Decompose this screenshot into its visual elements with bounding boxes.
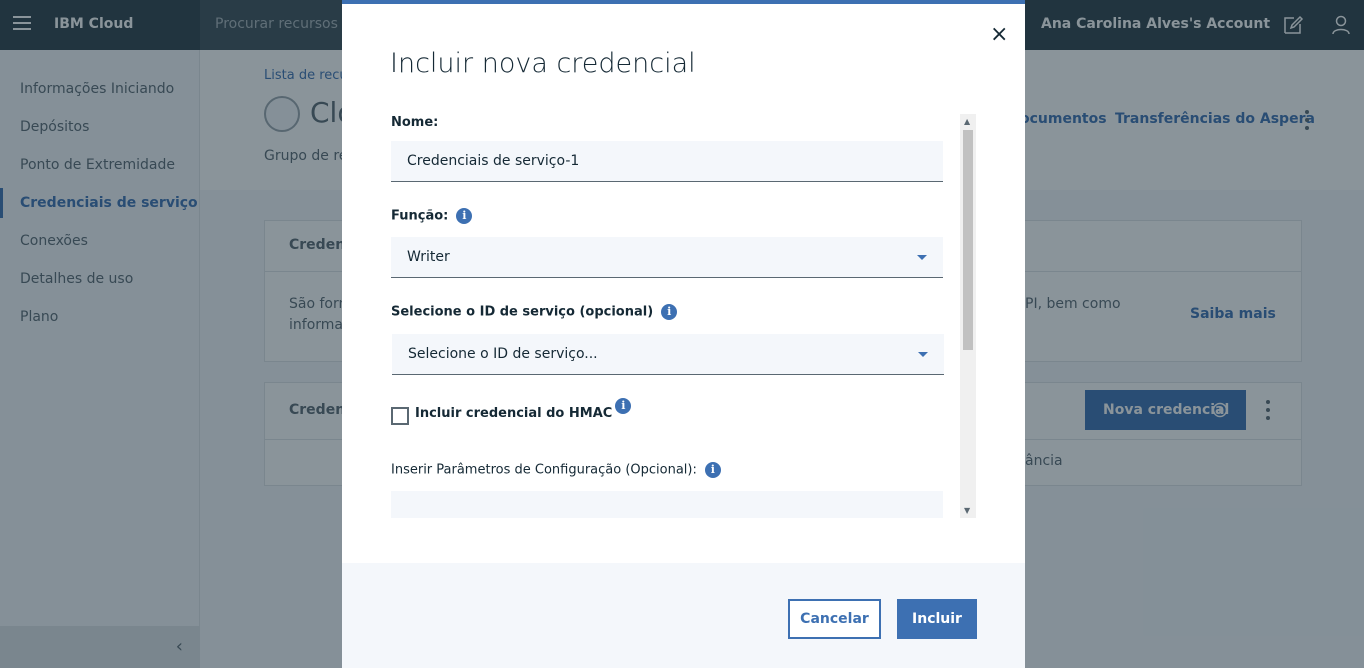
params-label: Inserir Parâmetros de Configuração (Opci…: [391, 462, 697, 478]
scrollbar[interactable]: ▲ ▼: [960, 114, 976, 518]
info-icon[interactable]: i: [456, 208, 473, 224]
modal-footer: Cancelar Incluir: [342, 563, 1025, 668]
role-label-row: Função: i: [391, 208, 473, 224]
params-label-row: Inserir Parâmetros de Configuração (Opci…: [391, 462, 721, 478]
add-credential-modal: Incluir nova credencial × Nome: Credenci…: [342, 0, 1025, 668]
submit-button[interactable]: Incluir: [897, 599, 977, 639]
hmac-checkbox[interactable]: [391, 407, 409, 425]
info-icon[interactable]: i: [704, 462, 721, 478]
scroll-up-icon[interactable]: ▲: [964, 117, 970, 126]
service-id-label-row: Selecione o ID de serviço (opcional) i: [391, 304, 678, 320]
modal-title: Incluir nova credencial: [390, 48, 696, 79]
role-select[interactable]: Writer: [391, 237, 943, 278]
service-id-value: Selecione o ID de serviço...: [408, 346, 598, 362]
params-textarea[interactable]: [391, 491, 943, 518]
hmac-label[interactable]: Incluir credencial do HMAC: [415, 406, 612, 421]
role-value: Writer: [407, 249, 450, 265]
service-id-label: Selecione o ID de serviço (opcional): [391, 304, 654, 320]
close-icon[interactable]: ×: [990, 22, 1008, 47]
caret-down-icon: [917, 255, 927, 260]
caret-down-icon: [918, 352, 928, 357]
info-icon[interactable]: i: [661, 304, 678, 320]
role-label: Função:: [391, 208, 449, 224]
scroll-down-icon[interactable]: ▼: [964, 506, 970, 515]
name-label: Nome:: [391, 115, 439, 130]
cancel-button[interactable]: Cancelar: [788, 599, 881, 639]
service-id-select[interactable]: Selecione o ID de serviço...: [392, 334, 944, 375]
name-input[interactable]: Credenciais de serviço-1: [391, 141, 943, 182]
hmac-label-row: Incluir credencial do HMACi: [415, 398, 632, 421]
scrollbar-thumb[interactable]: [963, 130, 973, 350]
info-icon[interactable]: i: [615, 398, 632, 414]
